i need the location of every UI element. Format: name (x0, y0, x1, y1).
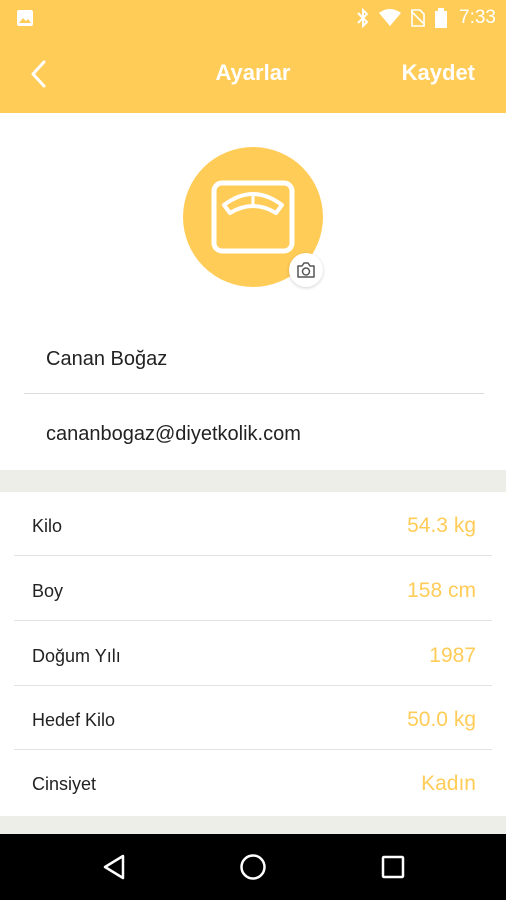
nav-recents-button[interactable] (377, 851, 409, 883)
settings-value: Kadın (421, 772, 476, 795)
bluetooth-icon (357, 8, 369, 28)
bottom-separator (0, 816, 506, 834)
settings-value: 54.3 kg (407, 514, 476, 537)
settings-row-boy[interactable]: Boy 158 cm (14, 559, 492, 623)
row-divider (14, 749, 492, 750)
change-photo-button[interactable] (289, 253, 323, 287)
name-field[interactable]: Canan Boğaz (46, 348, 167, 371)
app-bar: Ayarlar Kaydet (0, 36, 506, 113)
settings-label: Doğum Yılı (32, 646, 121, 666)
save-button[interactable]: Kaydet (402, 60, 475, 86)
row-divider (14, 555, 492, 556)
battery-icon (435, 8, 448, 28)
settings-row-kilo[interactable]: Kilo 54.3 kg (14, 494, 492, 558)
no-sim-icon (411, 9, 426, 27)
status-time: 7:33 (459, 7, 496, 28)
row-divider (14, 685, 492, 686)
divider (24, 393, 484, 394)
settings-value: 50.0 kg (407, 708, 476, 731)
status-bar: 7:33 (0, 0, 506, 36)
image-icon (17, 10, 33, 26)
square-recents-icon (381, 855, 405, 879)
row-divider (14, 620, 492, 621)
settings-row-hedef-kilo[interactable]: Hedef Kilo 50.0 kg (14, 688, 492, 752)
email-field[interactable]: cananbogaz@diyetkolik.com (46, 423, 301, 446)
circle-home-icon (240, 854, 266, 880)
settings-value: 158 cm (407, 579, 476, 602)
scale-icon (211, 180, 295, 254)
section-separator (0, 470, 506, 492)
settings-row-dogum-yili[interactable]: Doğum Yılı 1987 (14, 624, 492, 688)
settings-label: Boy (32, 581, 64, 601)
settings-label: Kilo (32, 516, 63, 536)
triangle-back-icon (103, 854, 125, 880)
settings-row-cinsiyet[interactable]: Cinsiyet Kadın (14, 752, 492, 816)
settings-label: Hedef Kilo (32, 710, 116, 730)
nav-home-button[interactable] (237, 851, 269, 883)
system-nav-bar (0, 834, 506, 900)
nav-back-button[interactable] (98, 851, 130, 883)
settings-value: 1987 (429, 644, 476, 667)
settings-label: Cinsiyet (32, 774, 97, 794)
camera-icon (297, 262, 315, 278)
wifi-icon (379, 9, 402, 26)
profile-avatar[interactable] (183, 147, 323, 287)
